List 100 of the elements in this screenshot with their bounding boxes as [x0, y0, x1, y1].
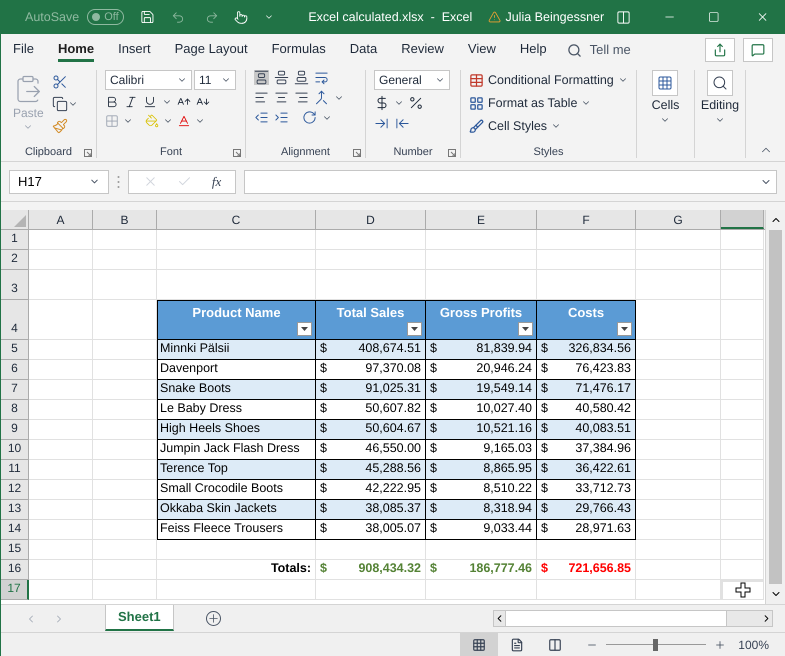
save-icon[interactable]	[140, 8, 155, 26]
styles-menu-button[interactable]: Conditional Formatting	[469, 70, 628, 90]
row-heading[interactable]: 3	[1, 270, 29, 300]
row-heading[interactable]: 14	[1, 520, 29, 540]
column-heading[interactable]	[721, 210, 764, 229]
column-heading[interactable]: E	[426, 210, 537, 229]
underline-icon[interactable]	[143, 95, 157, 109]
dialog-launcher-icon[interactable]	[233, 149, 241, 157]
ribbon-tab[interactable]: File	[13, 38, 34, 62]
caret-icon[interactable]	[621, 327, 628, 331]
row-heading[interactable]: 16	[1, 560, 29, 580]
share-button[interactable]	[705, 38, 735, 62]
ribbon-tab[interactable]: Insert	[118, 38, 151, 62]
ribbon-tab[interactable]: Review	[401, 38, 444, 62]
row-heading[interactable]: 9	[1, 420, 29, 440]
align-center-icon[interactable]	[274, 90, 289, 105]
italic-icon[interactable]	[124, 95, 138, 109]
row-heading[interactable]: 8	[1, 400, 29, 420]
row-heading[interactable]: 1	[1, 230, 29, 250]
filter-dropdown-button[interactable]	[297, 322, 312, 336]
font-name-field[interactable]: Calibri	[105, 70, 192, 90]
percent-icon[interactable]	[408, 95, 424, 111]
filter-dropdown-button[interactable]	[518, 322, 533, 336]
comments-button[interactable]	[743, 38, 773, 62]
row-heading[interactable]: 17	[1, 580, 29, 600]
copy-icon[interactable]	[52, 96, 68, 112]
font-size-field[interactable]: 11	[194, 70, 236, 90]
scroll-thumb[interactable]	[505, 611, 727, 626]
top-align-icon[interactable]	[254, 70, 269, 85]
align-left-icon[interactable]	[254, 90, 269, 105]
row-heading[interactable]: 5	[1, 340, 29, 360]
middle-align-icon[interactable]	[274, 70, 289, 85]
insert-function-button[interactable]: fx	[212, 172, 222, 192]
vertical-scrollbar[interactable]	[765, 210, 785, 604]
currency-symbol: $	[541, 520, 548, 538]
format-painter-icon[interactable]	[52, 118, 68, 134]
dialog-launcher-icon[interactable]	[353, 149, 361, 157]
tell-me-field[interactable]: Tell me	[566, 40, 631, 60]
dialog-launcher-icon[interactable]	[448, 149, 456, 157]
column-heading[interactable]: C	[157, 210, 316, 229]
row-heading[interactable]: 7	[1, 380, 29, 400]
row-heading[interactable]: 15	[1, 540, 29, 560]
styles-menu-button[interactable]: Cell Styles	[469, 116, 628, 136]
column-heading[interactable]: B	[93, 210, 157, 229]
styles-menu-button[interactable]: Format as Table	[469, 93, 628, 113]
ribbon-tab[interactable]: Page Layout	[174, 38, 248, 62]
fill-color-icon[interactable]	[145, 114, 159, 128]
cut-icon[interactable]	[52, 74, 68, 90]
ribbon-tab[interactable]: Home	[58, 38, 94, 62]
column-heading[interactable]: D	[316, 210, 426, 229]
filter-dropdown-button[interactable]	[407, 322, 422, 336]
decrease-decimal-icon[interactable]	[395, 116, 410, 131]
cell-value: 326,834.56	[568, 340, 631, 358]
ribbon-tab[interactable]: Help	[520, 38, 547, 62]
zoom-slider-thumb[interactable]	[653, 638, 658, 650]
bold-icon[interactable]	[105, 95, 119, 109]
currency-symbol: $	[541, 360, 548, 378]
increase-decimal-icon[interactable]	[374, 116, 389, 131]
cells-button[interactable]: Cells	[652, 66, 680, 125]
row-heading[interactable]: 2	[1, 250, 29, 270]
name-box[interactable]: H17	[9, 170, 109, 194]
currency-symbol: $	[430, 440, 437, 458]
align-right-icon[interactable]	[294, 90, 309, 105]
orientation-icon[interactable]	[302, 110, 317, 125]
wrap-text-icon[interactable]	[314, 70, 329, 85]
zoom-in-icon[interactable]	[714, 638, 726, 650]
caret-icon[interactable]	[301, 327, 308, 331]
filter-dropdown-button[interactable]	[617, 322, 632, 336]
row-heading[interactable]: 11	[1, 460, 29, 480]
touch-mode-icon[interactable]	[234, 8, 248, 26]
horizontal-scrollbar[interactable]	[493, 610, 773, 627]
scroll-thumb[interactable]	[769, 230, 782, 584]
row-heading[interactable]: 12	[1, 480, 29, 500]
ribbon-display-icon[interactable]	[616, 10, 632, 24]
font-color-icon[interactable]	[177, 114, 191, 128]
row-heading[interactable]: 6	[1, 360, 29, 380]
formula-field[interactable]	[244, 170, 777, 194]
ribbon-tab[interactable]: View	[468, 38, 496, 62]
caret-icon[interactable]	[411, 327, 418, 331]
maximize-icon[interactable]	[708, 10, 720, 24]
editing-button[interactable]: Editing	[700, 66, 740, 125]
column-heading[interactable]: F	[537, 210, 636, 229]
row-heading[interactable]: 4	[1, 300, 29, 340]
row-heading[interactable]: 10	[1, 440, 29, 460]
column-heading[interactable]: A	[29, 210, 93, 229]
caret-icon[interactable]	[522, 327, 529, 331]
row-heading[interactable]: 13	[1, 500, 29, 520]
number-format-field[interactable]: General	[374, 70, 450, 90]
new-sheet-icon[interactable]	[206, 611, 221, 626]
sheet-tab[interactable]: Sheet1	[105, 605, 174, 631]
increase-indent-icon[interactable]	[274, 110, 289, 125]
ribbon-tab[interactable]: Data	[350, 38, 378, 62]
decrease-indent-icon[interactable]	[254, 110, 269, 125]
view-button[interactable]	[460, 632, 498, 656]
zoom-slider[interactable]	[606, 638, 706, 650]
dialog-launcher-icon[interactable]	[84, 149, 92, 157]
ribbon-tab[interactable]: Formulas	[272, 38, 326, 62]
bottom-align-icon[interactable]	[294, 70, 309, 85]
splitter-icon[interactable]	[117, 174, 120, 188]
merge-icon[interactable]	[314, 90, 329, 105]
